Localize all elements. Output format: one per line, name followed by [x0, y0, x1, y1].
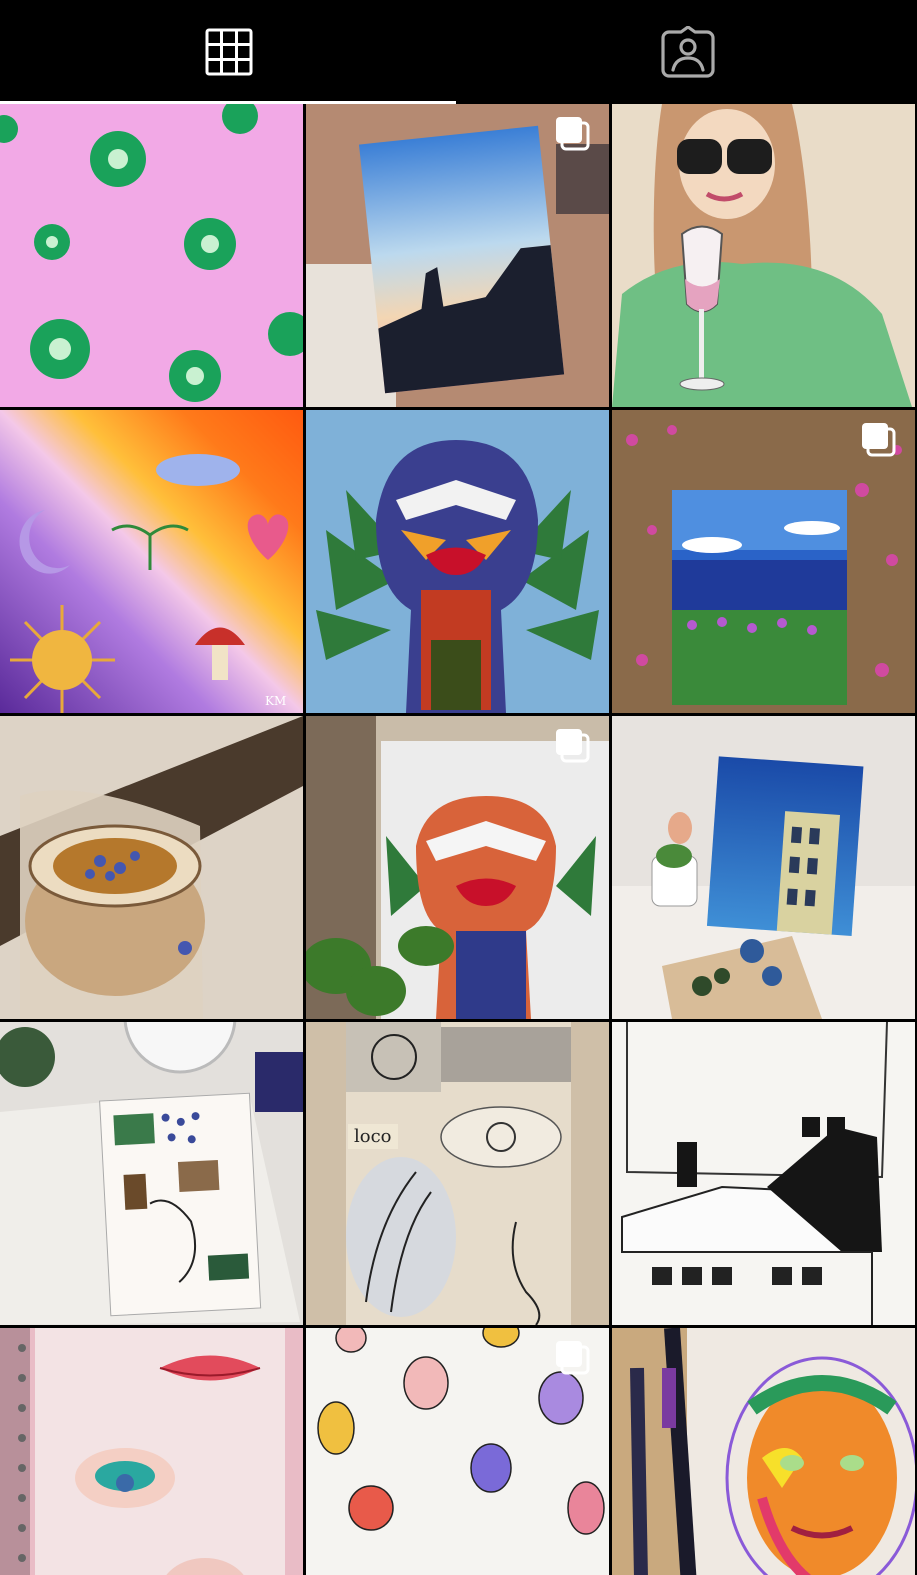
signature: KM — [265, 694, 286, 708]
post-thumbnail-9[interactable] — [612, 716, 915, 1019]
post-thumbnail-4[interactable]: KM — [0, 410, 303, 713]
post-thumbnail-7[interactable] — [0, 716, 303, 1019]
multiple-posts-icon — [556, 1341, 590, 1375]
post-grid: KM loco — [0, 104, 917, 1575]
post-image: KM — [0, 410, 303, 713]
tagged-person-icon — [661, 26, 715, 78]
post-thumbnail-5[interactable] — [306, 410, 609, 713]
post-image — [612, 716, 915, 1019]
post-image — [306, 1022, 609, 1325]
post-image — [612, 104, 915, 407]
post-image — [0, 104, 303, 407]
post-image — [0, 716, 303, 1019]
post-thumbnail-2[interactable] — [306, 104, 609, 407]
post-image — [306, 410, 609, 713]
post-thumbnail-12[interactable] — [612, 1022, 915, 1325]
post-thumbnail-15[interactable] — [612, 1328, 915, 1575]
post-thumbnail-3[interactable] — [612, 104, 915, 407]
post-thumbnail-14[interactable] — [306, 1328, 609, 1575]
profile-tab-bar — [0, 0, 917, 104]
post-image — [0, 1328, 303, 1575]
multiple-posts-icon — [862, 423, 896, 457]
post-thumbnail-10[interactable] — [0, 1022, 303, 1325]
grid-icon — [205, 28, 253, 76]
post-image — [0, 1022, 303, 1325]
post-thumbnail-8[interactable] — [306, 716, 609, 1019]
collage-text-loco: loco — [348, 1124, 398, 1149]
post-thumbnail-13[interactable] — [0, 1328, 303, 1575]
multiple-posts-icon — [556, 117, 590, 151]
post-thumbnail-11[interactable]: loco — [306, 1022, 609, 1325]
post-thumbnail-6[interactable] — [612, 410, 915, 713]
multiple-posts-icon — [556, 729, 590, 763]
tab-tagged[interactable] — [459, 0, 917, 104]
post-thumbnail-1[interactable] — [0, 104, 303, 407]
post-image — [612, 1328, 915, 1575]
post-image — [612, 1022, 915, 1325]
tab-grid[interactable] — [0, 0, 458, 104]
